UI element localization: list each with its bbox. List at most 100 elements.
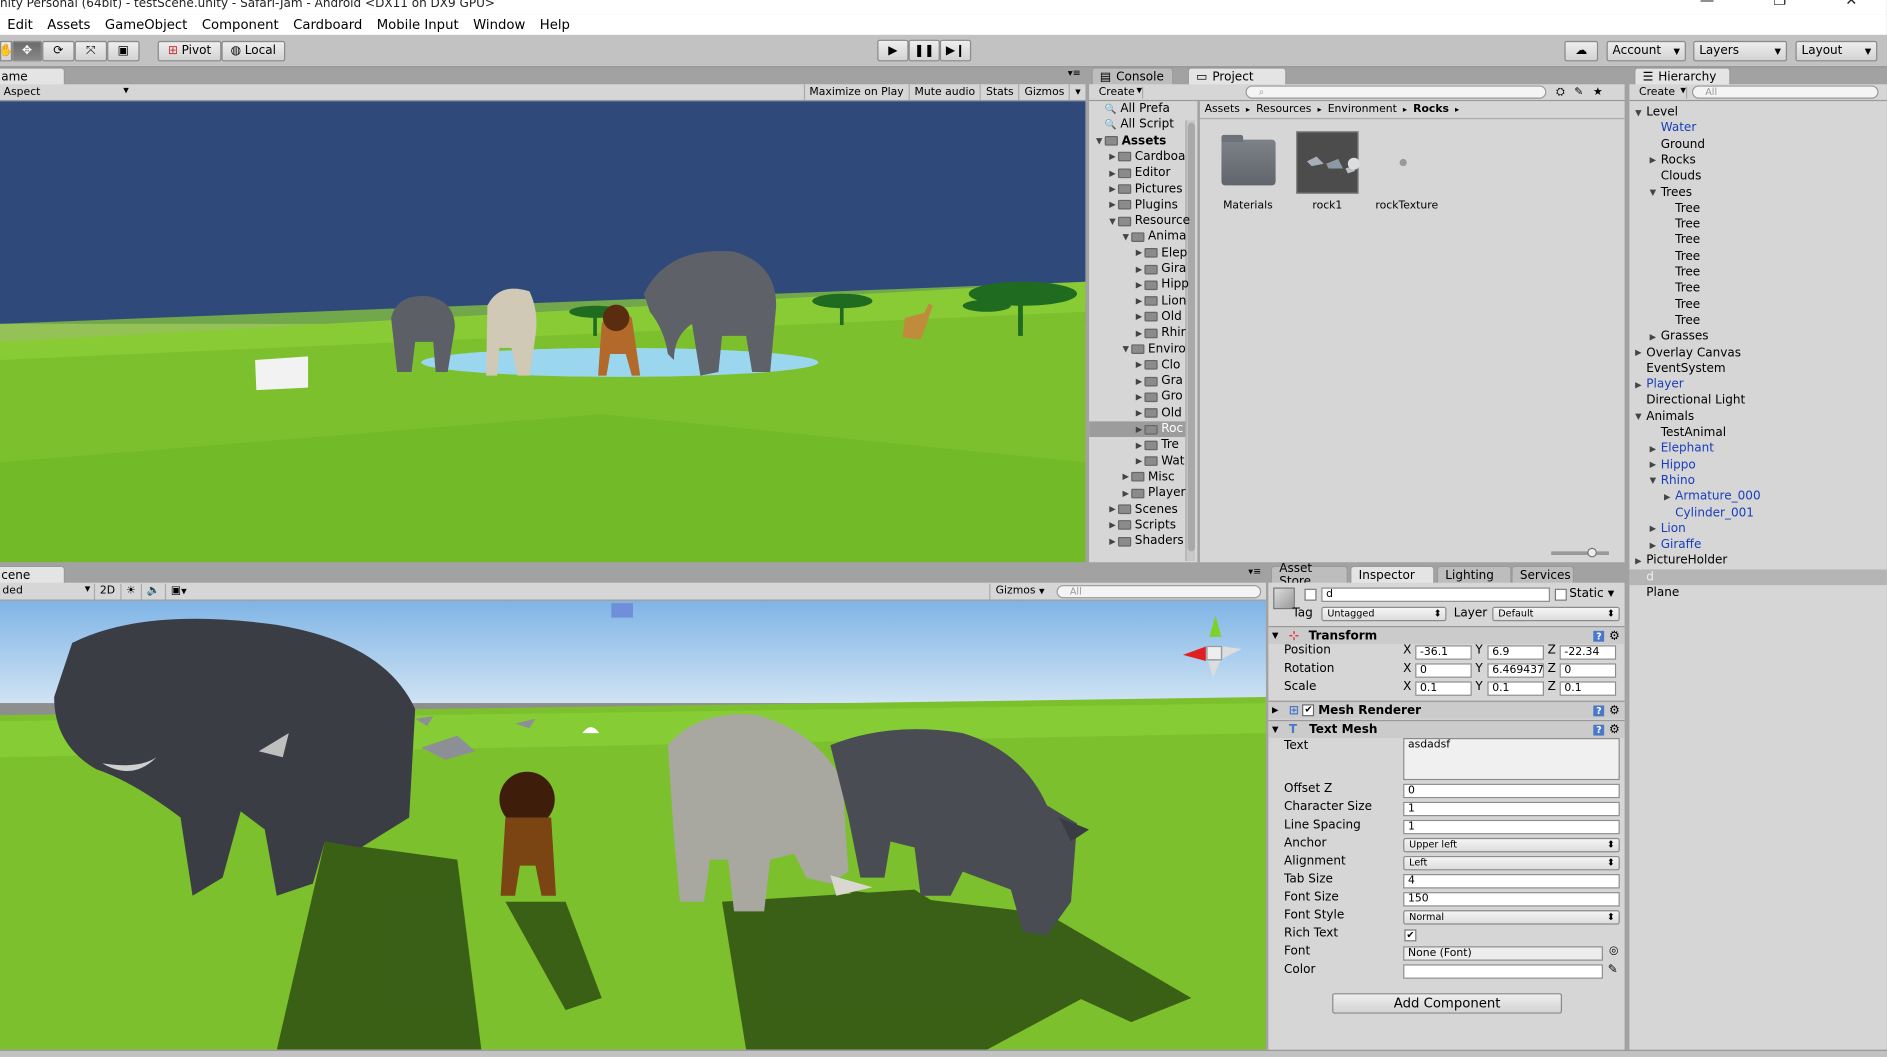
move-tool-button[interactable]: ✥ [12, 40, 43, 62]
axis-label[interactable]: Z [1548, 662, 1556, 675]
project-tree-item[interactable]: ▶ Gra [1134, 373, 1183, 389]
hierarchy-item[interactable]: Tree [1629, 201, 1887, 217]
hierarchy-item[interactable]: Plane [1629, 585, 1887, 601]
rect-tool-button[interactable]: ▣ [107, 40, 140, 62]
step-button[interactable]: ▶❙ [939, 39, 972, 62]
hierarchy-item[interactable]: ▼ Trees [1629, 185, 1887, 201]
project-tree-item[interactable]: ▼ Assets [1094, 133, 1166, 149]
foldout-open-icon[interactable]: ▼ [1633, 412, 1644, 422]
project-tree-item[interactable]: ▶ Clo [1134, 357, 1181, 373]
transform-y-field[interactable]: 6.469437 [1487, 663, 1544, 678]
dropdown-arrow-icon[interactable]: ▼ [1608, 589, 1614, 599]
tab-lighting[interactable]: Lighting [1436, 565, 1512, 584]
foldout-closed-icon[interactable]: ▶ [1647, 524, 1658, 534]
text-mesh-value-field[interactable]: 0 [1403, 783, 1620, 799]
mesh-renderer-enabled-checkbox[interactable]: ✔ [1302, 704, 1315, 717]
game-viewport[interactable] [0, 101, 1086, 563]
game-toggle-button[interactable]: Stats [979, 84, 1018, 100]
text-mesh-value-field[interactable]: 1 [1403, 819, 1620, 835]
foldout-closed-icon[interactable]: ▶ [1272, 705, 1284, 715]
asset-label-materials[interactable]: Materials [1212, 200, 1284, 212]
project-tree-item[interactable]: ▼ Resource [1107, 213, 1190, 229]
gear-icon[interactable]: ⚙ [1609, 629, 1620, 642]
project-tree-item[interactable]: ▶ Elep [1134, 245, 1188, 261]
favorite-star-icon[interactable]: ★ [1593, 86, 1603, 98]
foldout-closed-icon[interactable]: ▶ [1107, 152, 1118, 162]
menu-item[interactable]: Mobile Input [370, 17, 466, 33]
hierarchy-item[interactable]: ▶ Player [1629, 377, 1887, 393]
active-checkbox[interactable] [1304, 588, 1317, 601]
layer-dropdown[interactable]: Default ⬍ [1492, 606, 1620, 622]
transform-z-field[interactable]: 0.1 [1559, 681, 1617, 696]
filter-type-icon[interactable]: ⛭ [1556, 86, 1565, 98]
foldout-closed-icon[interactable]: ▶ [1134, 376, 1145, 386]
foldout-closed-icon[interactable]: ▶ [1662, 492, 1673, 502]
text-mesh-value-field[interactable]: 1 [1403, 801, 1620, 817]
thumbnail-size-slider[interactable] [1551, 547, 1609, 558]
foldout-closed-icon[interactable]: ▶ [1107, 168, 1118, 178]
foldout-open-icon[interactable]: ▼ [1633, 108, 1644, 118]
foldout-closed-icon[interactable]: ▶ [1647, 332, 1658, 342]
axis-label[interactable]: X [1403, 662, 1411, 675]
hierarchy-search-input[interactable]: All [1691, 85, 1879, 99]
foldout-closed-icon[interactable]: ▶ [1633, 380, 1644, 390]
dropdown-arrow-icon[interactable]: ▾ [1069, 84, 1085, 100]
foldout-closed-icon[interactable]: ▶ [1107, 184, 1118, 194]
text-mesh-header[interactable]: ▼ T Text Mesh ? ⚙ [1268, 719, 1625, 738]
hierarchy-item[interactable]: Tree [1629, 265, 1887, 281]
project-tree-item[interactable]: ▶ Gro [1134, 389, 1183, 405]
foldout-closed-icon[interactable]: ▶ [1647, 540, 1658, 550]
transform-z-field[interactable]: -22.34 [1559, 645, 1617, 660]
tab-project[interactable]: ▭ Project [1187, 67, 1287, 86]
transform-y-field[interactable]: 0.1 [1487, 681, 1544, 696]
axis-label[interactable]: Y [1475, 662, 1482, 675]
project-tree-item[interactable]: 🔍 All Prefa [1094, 101, 1170, 117]
project-tree-item[interactable]: 🔍 All Script [1094, 117, 1174, 133]
foldout-closed-icon[interactable]: ▶ [1134, 456, 1145, 466]
object-name-field[interactable]: d [1321, 587, 1550, 602]
foldout-closed-icon[interactable]: ▶ [1134, 440, 1145, 450]
foldout-closed-icon[interactable]: ▶ [1647, 156, 1658, 166]
project-tree-item[interactable]: ▶ Tre [1134, 437, 1179, 453]
foldout-closed-icon[interactable]: ▶ [1134, 312, 1145, 322]
hierarchy-item[interactable]: Tree [1629, 297, 1887, 313]
help-icon[interactable]: ? [1593, 630, 1605, 642]
hierarchy-item[interactable]: Cylinder_001 [1629, 505, 1887, 521]
foldout-closed-icon[interactable]: ▶ [1134, 360, 1145, 370]
hierarchy-item[interactable]: ▶ Lion [1629, 521, 1887, 537]
account-dropdown[interactable]: Account ▼ [1606, 40, 1686, 62]
game-toggle-button[interactable]: Maximize on Play [803, 84, 908, 100]
asset-rock1-thumbnail[interactable] [1296, 131, 1360, 194]
project-create-dropdown[interactable]: Create ▼ [1089, 86, 1144, 99]
transform-x-field[interactable]: 0 [1415, 663, 1472, 678]
rich-text-checkbox[interactable]: ✔ [1404, 929, 1417, 942]
axis-label[interactable]: Z [1548, 680, 1556, 693]
effects-dropdown[interactable]: ▣ ▼ [164, 583, 192, 599]
foldout-closed-icon[interactable]: ▶ [1134, 392, 1145, 402]
project-tree-item[interactable]: ▶ Shaders [1107, 533, 1183, 549]
hierarchy-item[interactable]: ▶ Grasses [1629, 329, 1887, 345]
hierarchy-item[interactable]: Directional Light [1629, 393, 1887, 409]
project-tree-item[interactable]: ▶ Gira [1134, 261, 1187, 277]
menu-item[interactable]: Help [533, 17, 578, 33]
hierarchy-item[interactable]: ▶ Giraffe [1629, 537, 1887, 553]
shading-mode-dropdown[interactable]: ded ▼ [0, 585, 94, 597]
tree-scrollbar[interactable] [1185, 120, 1195, 562]
breadcrumb-item[interactable]: Rocks [1413, 104, 1449, 116]
foldout-closed-icon[interactable]: ▶ [1120, 472, 1131, 482]
hierarchy-item[interactable]: Tree [1629, 249, 1887, 265]
text-mesh-dropdown[interactable]: Left ⬍ [1403, 855, 1620, 871]
tab-scene[interactable]: cene [0, 565, 65, 584]
project-search-input[interactable]: ⌕ [1245, 85, 1547, 99]
transform-x-field[interactable]: -36.1 [1415, 645, 1472, 660]
hierarchy-item[interactable]: Water [1629, 121, 1887, 137]
scene-viewport[interactable] [0, 600, 1266, 1050]
project-tree-item[interactable]: ▶ Editor [1107, 165, 1170, 181]
foldout-closed-icon[interactable]: ▶ [1134, 280, 1145, 290]
game-toggle-button[interactable]: Mute audio [908, 84, 980, 100]
breadcrumb-item[interactable]: Resources [1256, 104, 1311, 116]
hierarchy-item[interactable]: Tree [1629, 281, 1887, 297]
panel-menu-icon[interactable]: ▾≡ [1068, 67, 1081, 78]
foldout-closed-icon[interactable]: ▶ [1107, 520, 1118, 530]
foldout-closed-icon[interactable]: ▶ [1107, 536, 1118, 546]
